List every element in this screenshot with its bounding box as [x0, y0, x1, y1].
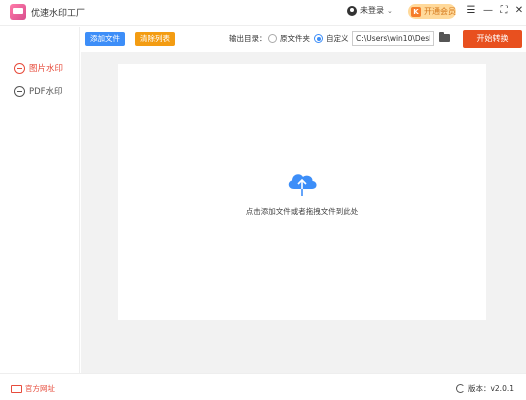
pdf-watermark-icon [14, 85, 25, 97]
version-label: 版本：v2.0.1 [467, 384, 514, 393]
app-logo-icon [10, 4, 26, 20]
toolbar: 添加文件 清除列表 输出目录： 原文件夹 自定义 开始转换 [81, 27, 526, 51]
radio-custom-folder[interactable]: 自定义 [314, 33, 349, 44]
image-watermark-icon [14, 62, 25, 74]
radio-unchecked-icon [268, 34, 277, 43]
radio-original-label: 原文件夹 [280, 34, 310, 43]
monitor-icon [11, 384, 22, 393]
official-site-link[interactable]: 官方网址 [11, 383, 55, 394]
clear-list-button[interactable]: 清除列表 [135, 32, 175, 46]
folder-icon[interactable] [439, 32, 450, 42]
vip-button[interactable]: K 开通会员 [408, 4, 456, 19]
close-icon[interactable]: ✕ [512, 4, 526, 18]
main-area: 点击添加文件或者拖拽文件到此处 [81, 52, 526, 373]
radio-checked-icon [314, 34, 323, 43]
file-drop-zone[interactable]: 点击添加文件或者拖拽文件到此处 [118, 64, 486, 320]
refresh-icon [455, 384, 465, 393]
output-path-input[interactable] [352, 31, 434, 46]
cloud-upload-icon [288, 174, 317, 196]
menu-icon[interactable]: ☰ [464, 4, 478, 18]
sidebar-item-label: 图片水印 [29, 64, 64, 74]
vip-icon: K [411, 6, 421, 17]
minimize-icon[interactable]: — [481, 4, 495, 18]
user-icon [347, 5, 357, 16]
user-login[interactable]: 未登录 ⌄ [347, 5, 393, 16]
sidebar-item-pdf-watermark[interactable]: PDF水印 [14, 85, 63, 97]
add-file-button[interactable]: 添加文件 [85, 32, 125, 46]
radio-custom-label: 自定义 [326, 34, 349, 43]
vip-label: 开通会员 [424, 7, 456, 16]
official-site-label: 官方网址 [25, 384, 55, 393]
version-info[interactable]: 版本：v2.0.1 [455, 383, 514, 394]
sidebar: 图片水印 PDF水印 [0, 27, 80, 373]
title-bar: 优速水印工厂 未登录 ⌄ K 开通会员 ☰ — ⛶ ✕ [0, 0, 526, 26]
start-convert-button[interactable]: 开始转换 [463, 30, 522, 48]
footer: 官方网址 版本：v2.0.1 [0, 373, 526, 400]
maximize-icon[interactable]: ⛶ [497, 4, 511, 18]
sidebar-item-image-watermark[interactable]: 图片水印 [14, 62, 63, 74]
drop-hint-text: 点击添加文件或者拖拽文件到此处 [245, 207, 359, 216]
radio-original-folder[interactable]: 原文件夹 [268, 33, 310, 44]
app-title: 优速水印工厂 [31, 9, 86, 19]
sidebar-item-label: PDF水印 [29, 87, 63, 97]
user-label: 未登录 [360, 6, 384, 15]
output-directory-label: 输出目录： [229, 34, 267, 43]
chevron-down-icon: ⌄ [387, 6, 393, 15]
